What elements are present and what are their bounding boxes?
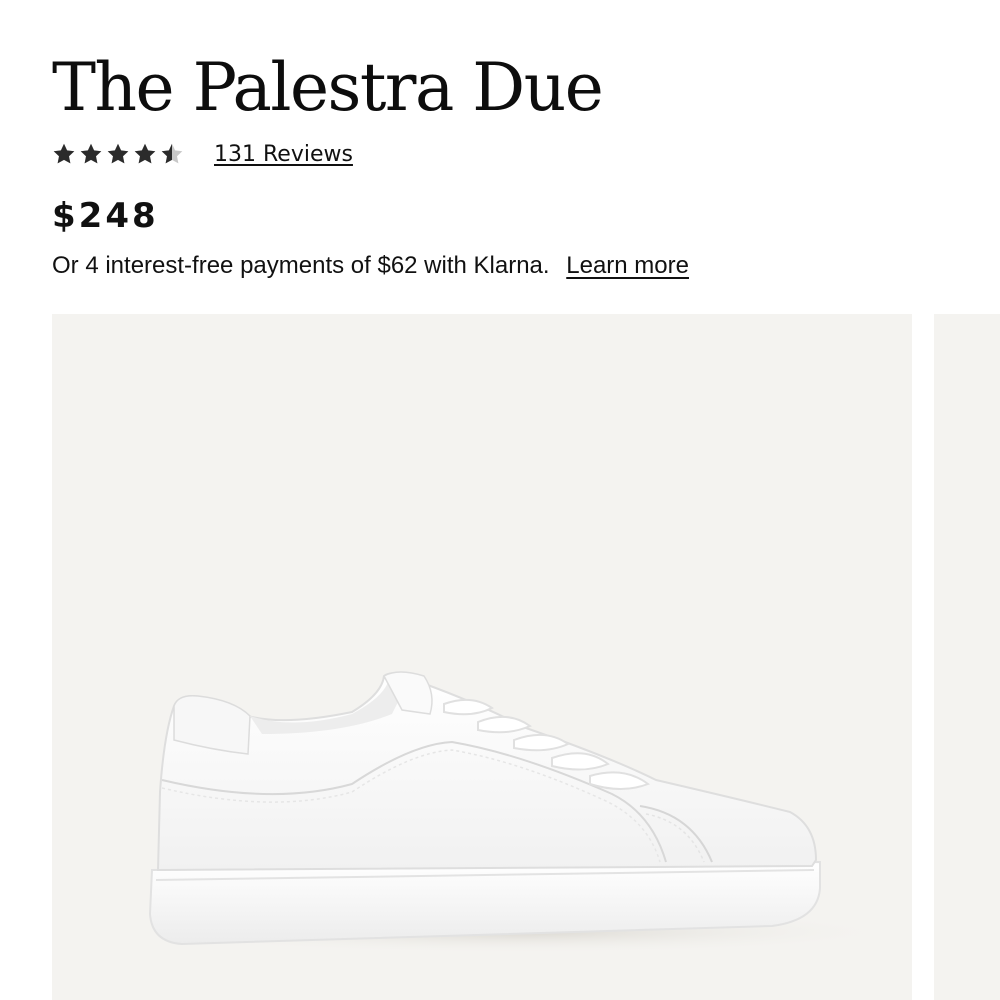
product-title: The Palestra Due (52, 49, 604, 126)
reviews-link[interactable]: 131 Reviews (214, 142, 353, 167)
product-page: The Palestra Due 131 Reviews $248 Or 4 i… (0, 0, 1000, 1000)
star-rating[interactable] (52, 142, 184, 166)
klarna-text: Or 4 interest-free payments of $62 with … (52, 252, 550, 279)
white-sneaker-image (142, 671, 902, 954)
learn-more-link[interactable]: Learn more (566, 252, 689, 279)
rating-row: 131 Reviews (52, 138, 353, 170)
product-image-main[interactable] (52, 314, 912, 1000)
product-price: $248 (52, 196, 159, 236)
star-icon (80, 143, 102, 164)
product-image-next[interactable] (934, 314, 1000, 1000)
star-icon (107, 143, 129, 164)
klarna-message: Or 4 interest-free payments of $62 with … (52, 250, 689, 282)
star-icon (134, 143, 156, 164)
star-icon (53, 143, 75, 164)
star-icon (161, 143, 183, 164)
